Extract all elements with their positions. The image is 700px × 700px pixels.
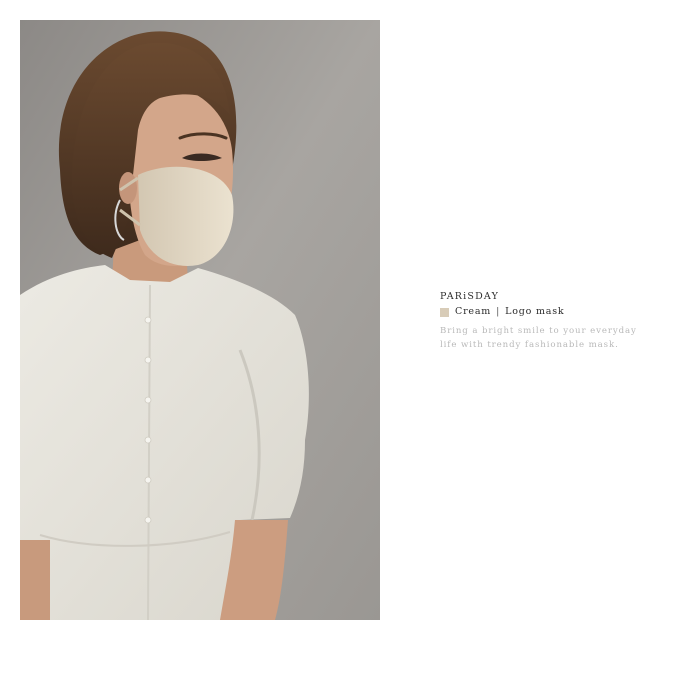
product-title: Cream | Logo mask [440, 306, 660, 318]
description-line-2: life with trendy fashionable mask. [440, 340, 619, 350]
description-line-1: Bring a bright smile to your everyday [440, 326, 637, 336]
product-photo [20, 20, 380, 620]
color-name: Cream [455, 306, 492, 317]
mask [138, 166, 234, 266]
model-wearing-mask-illustration [20, 20, 380, 620]
color-swatch [440, 307, 449, 317]
product-caption: PARiSDAY Cream | Logo mask Bring a brigh… [440, 291, 660, 352]
left-arm [20, 540, 50, 620]
title-separator: | [496, 306, 501, 317]
product-name: Logo mask [505, 306, 565, 317]
brand-name: PARiSDAY [440, 291, 500, 302]
product-description: Bring a bright smile to your everyday li… [440, 324, 650, 352]
